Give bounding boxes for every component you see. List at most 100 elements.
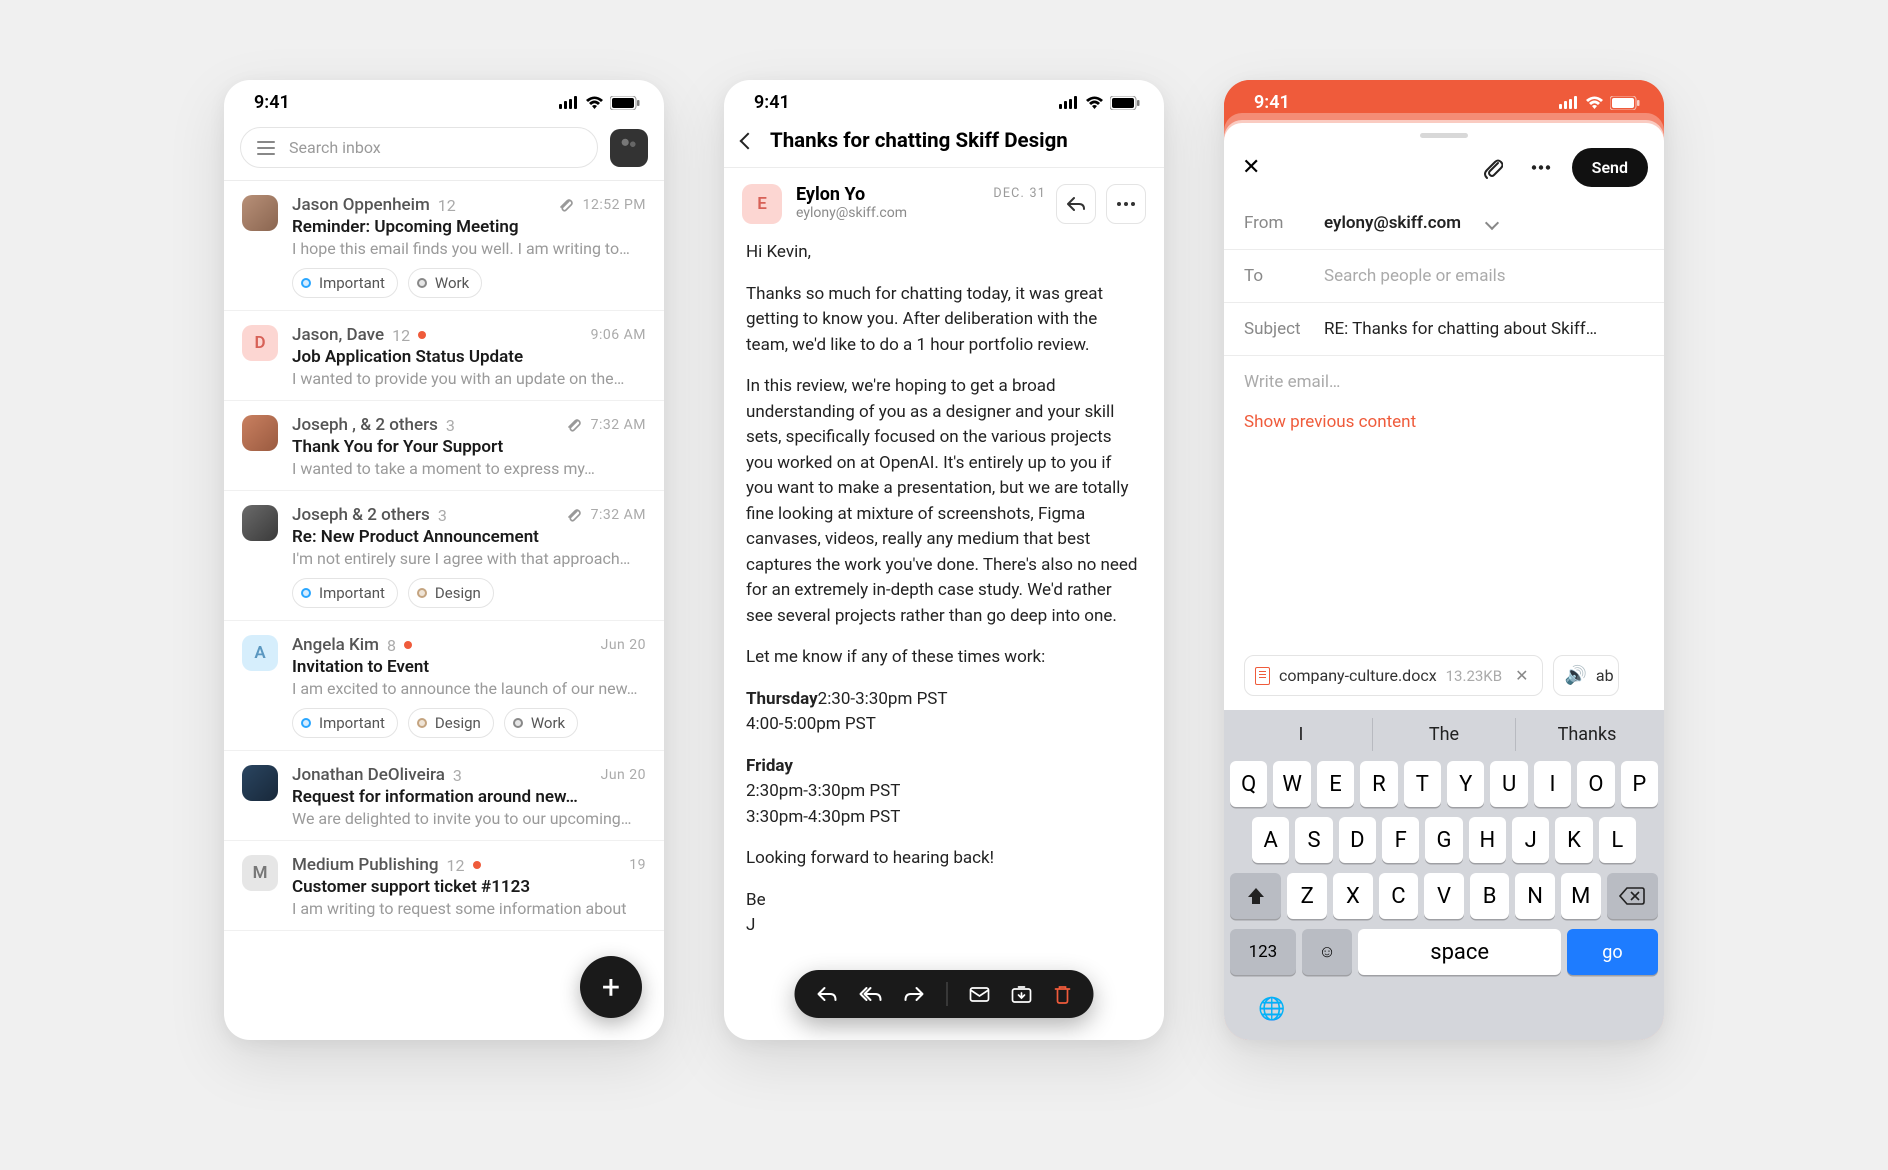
attach-button[interactable] — [1476, 151, 1510, 185]
mail-item[interactable]: Joseph , & 2 others 3 7:32 AM Thank You … — [224, 401, 664, 491]
reply-button[interactable] — [1056, 184, 1096, 224]
back-icon[interactable] — [740, 133, 757, 150]
key-T[interactable]: T — [1404, 761, 1441, 807]
overflow-button[interactable] — [1524, 151, 1558, 185]
key-S[interactable]: S — [1295, 817, 1332, 863]
send-button[interactable]: Send — [1572, 148, 1648, 187]
phone-reader: 9:41 Thanks for chatting Skiff Design E … — [724, 80, 1164, 1040]
key-U[interactable]: U — [1490, 761, 1527, 807]
mail-item[interactable]: A Angela Kim 8 Jun 20 Invitation to Even… — [224, 621, 664, 751]
key-Z[interactable]: Z — [1287, 873, 1327, 919]
key-K[interactable]: K — [1555, 817, 1592, 863]
emoji-key[interactable]: ☺ — [1302, 929, 1353, 975]
keyboard-bottom: 🌐 — [1230, 985, 1658, 1022]
backspace-key[interactable] — [1607, 873, 1658, 919]
mail-item[interactable]: D Jason, Dave 12 9:06 AM Job Application… — [224, 311, 664, 401]
suggestion[interactable]: Thanks — [1515, 718, 1658, 751]
menu-icon[interactable] — [257, 141, 275, 155]
mail-item[interactable]: Jonathan DeOliveira 3 Jun 20 Request for… — [224, 751, 664, 841]
tag[interactable]: Work — [504, 708, 578, 738]
tag[interactable]: Important — [292, 708, 398, 738]
status-icons — [559, 96, 640, 110]
key-Y[interactable]: Y — [1447, 761, 1484, 807]
key-Q[interactable]: Q — [1230, 761, 1267, 807]
suggestion[interactable]: I — [1230, 718, 1372, 751]
compose-body[interactable]: Write email… Show previous content — [1224, 356, 1664, 448]
phone-inbox: 9:41 Search inbox Jason Oppenheim 12 12:… — [224, 80, 664, 1040]
key-C[interactable]: C — [1379, 873, 1419, 919]
space-key[interactable]: space — [1358, 929, 1560, 975]
action-reply[interactable] — [817, 986, 837, 1002]
key-F[interactable]: F — [1382, 817, 1419, 863]
tag[interactable]: Design — [408, 708, 494, 738]
attachment-chip-partial[interactable]: 🔊 ab — [1553, 655, 1618, 696]
reply-icon — [1067, 196, 1085, 212]
phone-compose: 9:41 ✕ Send From eylony@skiff.com To — [1224, 80, 1664, 1040]
action-forward[interactable] — [905, 986, 925, 1002]
attachments-row: company-culture.docx 13.23KB ✕ 🔊 ab — [1224, 641, 1664, 710]
go-key[interactable]: go — [1567, 929, 1658, 975]
remove-attachment-icon[interactable]: ✕ — [1511, 666, 1532, 685]
close-icon[interactable]: ✕ — [1242, 155, 1260, 180]
key-B[interactable]: B — [1470, 873, 1510, 919]
mail-subject: Reminder: Upcoming Meeting — [292, 217, 646, 237]
search-box[interactable]: Search inbox — [240, 127, 598, 168]
inbox-list[interactable]: Jason Oppenheim 12 12:52 PM Reminder: Up… — [224, 181, 664, 1040]
suggestion-bar: I The Thanks — [1230, 718, 1658, 751]
key-H[interactable]: H — [1469, 817, 1506, 863]
tag[interactable]: Design — [408, 578, 494, 608]
suggestion[interactable]: The — [1372, 718, 1515, 751]
attachment-size: 13.23KB — [1446, 667, 1502, 685]
mail-item[interactable]: Joseph & 2 others 3 7:32 AM Re: New Prod… — [224, 491, 664, 621]
tag[interactable]: Important — [292, 268, 398, 298]
key-W[interactable]: W — [1273, 761, 1310, 807]
key-V[interactable]: V — [1424, 873, 1464, 919]
chevron-down-icon[interactable] — [1485, 216, 1499, 230]
compose-sheet: ✕ Send From eylony@skiff.com To Search p… — [1224, 123, 1664, 1040]
key-N[interactable]: N — [1515, 873, 1555, 919]
key-P[interactable]: P — [1621, 761, 1658, 807]
action-mark-read[interactable] — [970, 986, 990, 1002]
mail-count: 12 — [392, 326, 410, 345]
mail-avatar — [242, 195, 278, 231]
status-bar: 9:41 — [224, 80, 664, 119]
tag[interactable]: Important — [292, 578, 398, 608]
key-M[interactable]: M — [1561, 873, 1601, 919]
key-E[interactable]: E — [1317, 761, 1354, 807]
compose-fab[interactable]: + — [580, 956, 642, 1018]
mail-avatar — [242, 765, 278, 801]
shift-key[interactable] — [1230, 873, 1281, 919]
profile-avatar[interactable] — [610, 129, 648, 167]
key-O[interactable]: O — [1577, 761, 1614, 807]
sheet-grabber[interactable] — [1420, 133, 1468, 138]
action-delete[interactable] — [1054, 984, 1072, 1004]
key-J[interactable]: J — [1512, 817, 1549, 863]
key-R[interactable]: R — [1360, 761, 1397, 807]
show-previous-link[interactable]: Show previous content — [1244, 412, 1644, 432]
subject-field[interactable]: Subject RE: Thanks for chatting about Sk… — [1224, 303, 1664, 356]
key-X[interactable]: X — [1333, 873, 1373, 919]
mail-avatar — [242, 505, 278, 541]
key-G[interactable]: G — [1425, 817, 1462, 863]
tag[interactable]: Work — [408, 268, 482, 298]
more-button[interactable] — [1106, 184, 1146, 224]
mail-time: 9:06 AM — [591, 327, 646, 343]
mail-item[interactable]: Jason Oppenheim 12 12:52 PM Reminder: Up… — [224, 181, 664, 311]
tag-dot-icon — [301, 588, 311, 598]
key-L[interactable]: L — [1599, 817, 1636, 863]
sender-avatar[interactable]: E — [742, 184, 782, 224]
globe-icon[interactable]: 🌐 — [1258, 997, 1285, 1022]
separator — [947, 982, 948, 1006]
to-field[interactable]: To Search people or emails — [1224, 250, 1664, 303]
key-D[interactable]: D — [1339, 817, 1376, 863]
from-field[interactable]: From eylony@skiff.com — [1224, 197, 1664, 250]
mail-item[interactable]: M Medium Publishing 12 19 Customer suppo… — [224, 841, 664, 931]
num-key[interactable]: 123 — [1230, 929, 1296, 975]
mail-subject: Re: New Product Announcement — [292, 527, 646, 547]
action-reply-all[interactable] — [859, 986, 883, 1002]
email-date: DEC. 31 — [993, 186, 1046, 201]
attachment-chip[interactable]: company-culture.docx 13.23KB ✕ — [1244, 655, 1543, 696]
key-A[interactable]: A — [1252, 817, 1289, 863]
action-archive[interactable] — [1012, 985, 1032, 1003]
key-I[interactable]: I — [1534, 761, 1571, 807]
